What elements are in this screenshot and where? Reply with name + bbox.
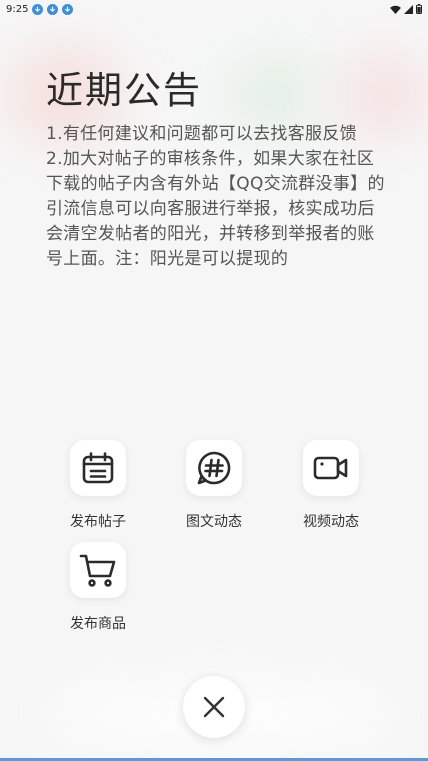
download-notification-icon bbox=[62, 3, 74, 15]
wifi-icon bbox=[390, 5, 401, 14]
status-time: 9:25 bbox=[6, 3, 29, 15]
status-left: 9:25 bbox=[6, 3, 74, 15]
video-camera-icon[interactable] bbox=[303, 440, 359, 496]
announcement-line: 1.有任何建议和问题都可以去找客服反馈 bbox=[46, 124, 357, 144]
hashtag-chat-icon[interactable] bbox=[186, 440, 242, 496]
signal-icon bbox=[404, 4, 413, 14]
image-text-post-label: 图文动态 bbox=[186, 514, 242, 530]
announcement-title: 近期公告 bbox=[46, 69, 202, 112]
download-notification-icon bbox=[47, 3, 59, 15]
close-icon[interactable] bbox=[202, 695, 226, 719]
close-button[interactable] bbox=[183, 676, 245, 738]
announcement-body: 1.有任何建议和问题都可以去找客服反馈 2.加大对帖子的审核条件，如果大家在社区… bbox=[46, 122, 386, 272]
shopping-cart-icon[interactable] bbox=[70, 542, 126, 598]
image-text-post-button[interactable]: 图文动态 bbox=[164, 440, 264, 531]
background-decoration bbox=[230, 60, 320, 130]
publish-post-label: 发布帖子 bbox=[70, 514, 126, 530]
status-bar: 9:25 bbox=[0, 0, 428, 18]
publish-post-button[interactable]: 发布帖子 bbox=[48, 440, 148, 531]
download-notification-icon bbox=[32, 3, 44, 15]
publish-product-label: 发布商品 bbox=[70, 616, 126, 632]
post-calendar-icon[interactable] bbox=[70, 440, 126, 496]
battery-icon bbox=[416, 4, 422, 14]
announcement-line: 2.加大对帖子的审核条件，如果大家在社区下载的帖子内含有外站【QQ交流群没事】的… bbox=[46, 149, 385, 269]
video-post-label: 视频动态 bbox=[303, 514, 359, 530]
status-right bbox=[390, 4, 422, 14]
publish-product-button[interactable]: 发布商品 bbox=[48, 542, 148, 633]
video-post-button[interactable]: 视频动态 bbox=[281, 440, 381, 531]
